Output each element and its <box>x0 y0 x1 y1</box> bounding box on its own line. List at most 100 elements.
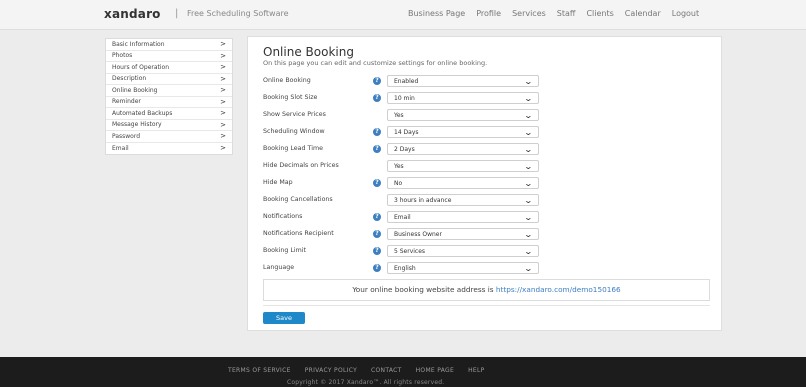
chevron-down-icon: ⌄ <box>523 94 534 103</box>
select-value: 5 Services <box>394 248 426 255</box>
booking-cancellations-select[interactable]: 3 hours in advance ⌄ <box>387 194 539 206</box>
setting-label: Booking Cancellations <box>263 196 333 203</box>
sidebar-item-message-history[interactable]: Message History > <box>106 120 232 131</box>
main-nav: Business Page Profile Services Staff Cli… <box>408 9 699 18</box>
sidebar-item-hours-of-operation[interactable]: Hours of Operation > <box>106 62 232 74</box>
hide-map-select[interactable]: No ⌄ <box>387 177 539 189</box>
online-booking-select[interactable]: Enabled ⌄ <box>387 75 539 87</box>
help-icon[interactable]: ? <box>373 247 381 255</box>
chevron-down-icon: ⌄ <box>523 145 534 154</box>
help-icon[interactable]: ? <box>373 179 381 187</box>
nav-profile[interactable]: Profile <box>476 9 501 18</box>
footer-links: TERMS OF SERVICE PRIVACY POLICY CONTACT … <box>228 367 485 374</box>
setting-row-notifications: Notifications ? Email ⌄ <box>263 211 543 223</box>
select-value: No <box>394 180 403 187</box>
chevron-right-icon: > <box>220 97 226 106</box>
sidebar-item-online-booking[interactable]: Online Booking > <box>106 85 232 97</box>
nav-business-page[interactable]: Business Page <box>408 9 465 18</box>
setting-row-booking-lead-time: Booking Lead Time ? 2 Days ⌄ <box>263 143 543 155</box>
chevron-right-icon: > <box>220 144 226 153</box>
brand-logo[interactable]: xandaro <box>104 7 161 21</box>
setting-label: Booking Limit <box>263 247 307 254</box>
nav-calendar[interactable]: Calendar <box>625 9 661 18</box>
sidebar-item-label: Online Booking <box>112 86 158 94</box>
sidebar-item-label: Message History <box>112 121 162 129</box>
brand-separator: | <box>175 8 179 19</box>
help-icon[interactable]: ? <box>373 264 381 272</box>
page-subtitle: On this page you can edit and customize … <box>263 59 488 67</box>
language-select[interactable]: English ⌄ <box>387 262 539 274</box>
help-icon[interactable]: ? <box>373 230 381 238</box>
save-button[interactable]: Save <box>263 312 305 324</box>
select-value: Email <box>394 214 411 221</box>
setting-row-hide-map: Hide Map ? No ⌄ <box>263 177 543 189</box>
chevron-down-icon: ⌄ <box>523 196 534 205</box>
page-title: Online Booking <box>263 45 354 59</box>
setting-row-notifications-recipient: Notifications Recipient ? Business Owner… <box>263 228 543 240</box>
chevron-right-icon: > <box>220 63 226 72</box>
select-value: 10 min <box>394 95 415 102</box>
booking-url-prefix: Your online booking website address is <box>352 285 496 294</box>
settings-sidebar: Basic Information > Photos > Hours of Oper… <box>105 38 233 155</box>
help-icon[interactable]: ? <box>373 213 381 221</box>
sidebar-item-label: Automated Backups <box>112 109 173 117</box>
sidebar-item-label: Password <box>112 132 141 140</box>
sidebar-item-label: Hours of Operation <box>112 63 170 71</box>
sidebar-item-label: Photos <box>112 52 133 60</box>
booking-limit-select[interactable]: 5 Services ⌄ <box>387 245 539 257</box>
chevron-down-icon: ⌄ <box>523 247 534 256</box>
nav-clients[interactable]: Clients <box>586 9 613 18</box>
brand-tagline: Free Scheduling Software <box>187 9 289 18</box>
chevron-right-icon: > <box>220 40 226 49</box>
nav-services[interactable]: Services <box>512 9 546 18</box>
setting-label: Booking Slot Size <box>263 94 318 101</box>
setting-row-booking-cancellations: Booking Cancellations 3 hours in advance… <box>263 194 543 206</box>
footer-link-contact[interactable]: CONTACT <box>371 367 402 374</box>
footer-link-home[interactable]: HOME PAGE <box>416 367 454 374</box>
booking-lead-time-select[interactable]: 2 Days ⌄ <box>387 143 539 155</box>
booking-slot-size-select[interactable]: 10 min ⌄ <box>387 92 539 104</box>
sidebar-item-email[interactable]: Email > <box>106 143 232 155</box>
notifications-select[interactable]: Email ⌄ <box>387 211 539 223</box>
help-icon[interactable]: ? <box>373 94 381 102</box>
scheduling-window-select[interactable]: 14 Days ⌄ <box>387 126 539 138</box>
setting-label: Hide Map <box>263 179 293 186</box>
nav-logout[interactable]: Logout <box>672 9 699 18</box>
select-value: Yes <box>394 163 404 170</box>
help-icon[interactable]: ? <box>373 77 381 85</box>
hide-decimals-select[interactable]: Yes ⌄ <box>387 160 539 172</box>
help-icon[interactable]: ? <box>373 128 381 136</box>
sidebar-item-password[interactable]: Password > <box>106 131 232 143</box>
chevron-down-icon: ⌄ <box>523 77 534 86</box>
select-value: Yes <box>394 112 404 119</box>
setting-label: Scheduling Window <box>263 128 325 135</box>
footer-link-privacy[interactable]: PRIVACY POLICY <box>305 367 357 374</box>
chevron-down-icon: ⌄ <box>523 128 534 137</box>
nav-staff[interactable]: Staff <box>557 9 576 18</box>
sidebar-item-automated-backups[interactable]: Automated Backups > <box>106 108 232 120</box>
footer-link-help[interactable]: HELP <box>468 367 484 374</box>
chevron-down-icon: ⌄ <box>523 111 534 120</box>
setting-row-booking-limit: Booking Limit ? 5 Services ⌄ <box>263 245 543 257</box>
chevron-right-icon: > <box>220 120 226 129</box>
divider <box>263 305 710 306</box>
notifications-recipient-select[interactable]: Business Owner ⌄ <box>387 228 539 240</box>
online-booking-panel: Online Booking On this page you can edit… <box>247 36 722 331</box>
select-value: Business Owner <box>394 231 442 238</box>
sidebar-item-description[interactable]: Description > <box>106 74 232 85</box>
setting-label: Notifications Recipient <box>263 230 334 237</box>
chevron-right-icon: > <box>220 51 226 60</box>
show-service-prices-select[interactable]: Yes ⌄ <box>387 109 539 121</box>
sidebar-item-basic-information[interactable]: Basic Information > <box>106 39 232 51</box>
setting-label: Language <box>263 264 295 271</box>
sidebar-item-reminder[interactable]: Reminder > <box>106 97 232 108</box>
booking-url-link[interactable]: https://xandaro.com/demo150166 <box>496 285 621 294</box>
setting-label: Booking Lead Time <box>263 145 323 152</box>
select-value: 3 hours in advance <box>394 197 452 204</box>
chevron-right-icon: > <box>220 74 226 83</box>
sidebar-item-photos[interactable]: Photos > <box>106 51 232 62</box>
help-icon[interactable]: ? <box>373 145 381 153</box>
select-value: 14 Days <box>394 129 419 136</box>
setting-row-show-service-prices: Show Service Prices Yes ⌄ <box>263 109 543 121</box>
footer-link-terms[interactable]: TERMS OF SERVICE <box>228 367 291 374</box>
